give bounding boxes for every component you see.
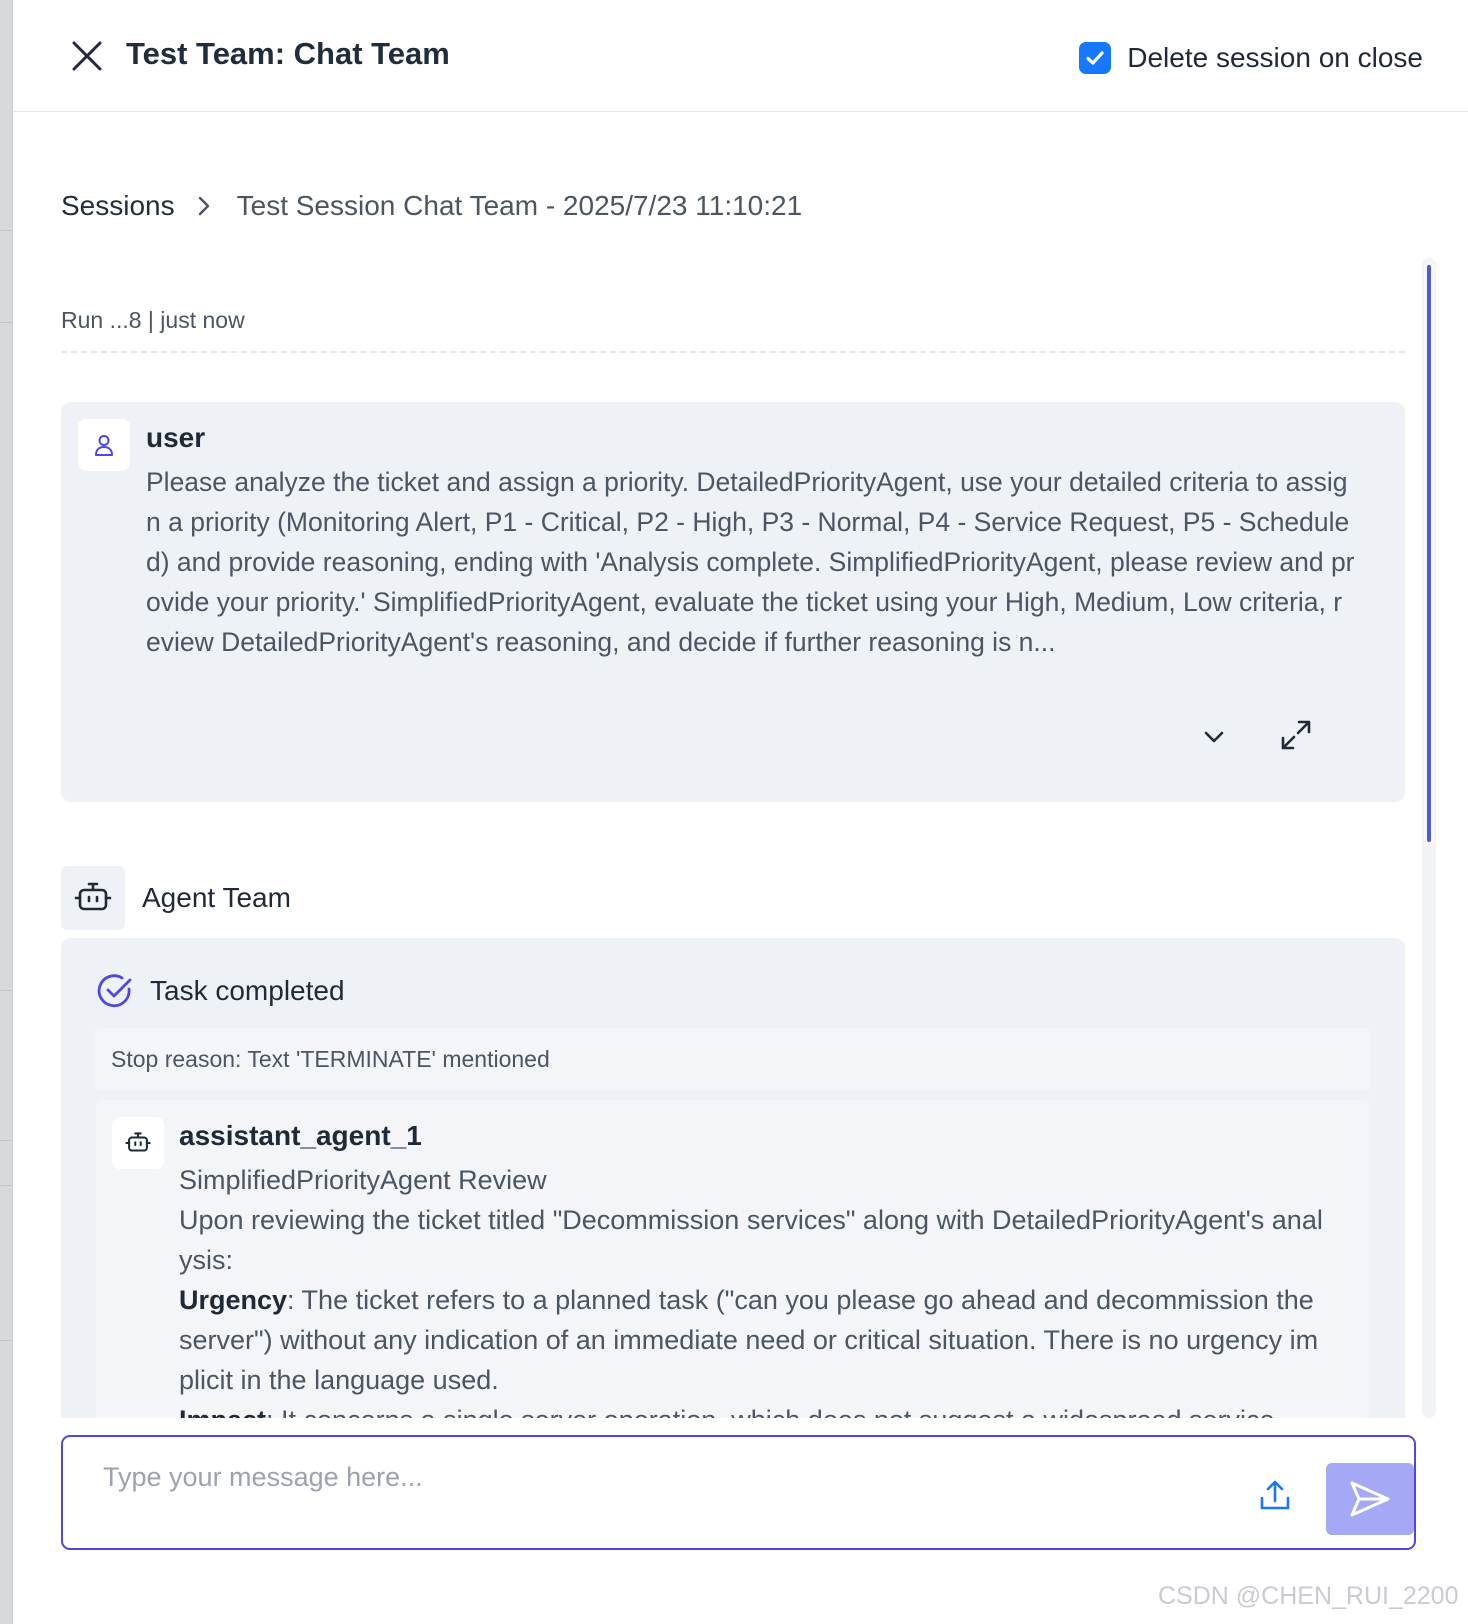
user-message-card: user Please analyze the ticket and assig… — [61, 402, 1405, 802]
agent-team-card: Task completed Stop reason: Text 'TERMIN… — [61, 938, 1405, 1418]
drawer-title: Test Team: Chat Team — [126, 36, 450, 71]
user-avatar — [78, 419, 130, 471]
watermark: CSDN @CHEN_RUI_2200 — [1158, 1582, 1459, 1610]
agent-team-header: Agent Team — [61, 866, 291, 930]
run-divider — [61, 351, 1405, 353]
task-status-label: Task completed — [150, 975, 345, 1006]
impact-label: Impact — [179, 1405, 266, 1418]
agent-team-label: Agent Team — [142, 882, 291, 913]
collapse-button[interactable] — [1194, 717, 1234, 757]
urgency-text: : The ticket refers to a planned task ("… — [179, 1285, 1319, 1395]
background-app-strip — [0, 0, 12, 1624]
agent-message-line: Upon reviewing the ticket titled "Decomm… — [179, 1205, 1323, 1275]
chat-drawer: Test Team: Chat Team Delete session on c… — [12, 0, 1468, 1624]
urgency-label: Urgency — [179, 1285, 288, 1315]
close-icon — [72, 41, 102, 71]
messages-scroll-area[interactable]: Run ...8 | just now user Please analyze … — [61, 255, 1417, 1418]
bot-icon — [125, 1132, 151, 1152]
close-button[interactable] — [65, 34, 109, 78]
agent-message-card: assistant_agent_1 SimplifiedPriorityAgen… — [96, 1100, 1370, 1418]
message-composer — [61, 1435, 1416, 1550]
bot-icon — [74, 882, 112, 911]
agent-message-line: SimplifiedPriorityAgent Review — [179, 1165, 547, 1195]
scrollbar-thumb[interactable] — [1424, 261, 1434, 846]
upload-button[interactable] — [1255, 1475, 1295, 1515]
check-circle-icon — [97, 974, 132, 1008]
agent-message-sender: assistant_agent_1 — [179, 1120, 422, 1151]
drawer-header: Test Team: Chat Team Delete session on c… — [13, 0, 1468, 112]
send-button[interactable] — [1326, 1463, 1414, 1535]
upload-icon — [1260, 1480, 1290, 1510]
user-icon — [95, 435, 113, 456]
user-message-text: Please analyze the ticket and assign a p… — [146, 467, 1355, 657]
delete-session-toggle[interactable]: Delete session on close — [1079, 40, 1423, 76]
agent-message-body: SimplifiedPriorityAgent Review Upon revi… — [179, 1160, 1329, 1418]
expand-button[interactable] — [1276, 715, 1316, 755]
delete-session-label: Delete session on close — [1127, 42, 1423, 73]
breadcrumb: Sessions Test Session Chat Team - 2025/7… — [61, 190, 802, 222]
chevron-right-icon — [197, 195, 211, 217]
agent-message-impact: Impact: It concerns a single server oper… — [179, 1400, 1329, 1418]
delete-session-checkbox[interactable] — [1079, 42, 1112, 74]
stop-reason: Stop reason: Text 'TERMINATE' mentioned — [95, 1028, 1371, 1090]
chevron-down-icon — [1204, 731, 1224, 743]
impact-text: : It concerns a single server operation,… — [266, 1405, 1275, 1418]
team-avatar — [61, 866, 125, 930]
breadcrumb-sessions-link[interactable]: Sessions — [61, 190, 175, 222]
agent-avatar — [112, 1117, 164, 1169]
expand-icon — [1281, 720, 1311, 750]
task-status: Task completed — [96, 972, 345, 1010]
run-meta: Run ...8 | just now — [61, 307, 245, 333]
check-icon — [1086, 51, 1104, 65]
agent-message-urgency: Urgency: The ticket refers to a planned … — [179, 1280, 1329, 1400]
breadcrumb-current-session: Test Session Chat Team - 2025/7/23 11:10… — [236, 190, 803, 221]
message-input[interactable] — [103, 1457, 1183, 1497]
messages-scrollbar[interactable] — [1422, 258, 1436, 1418]
user-message-sender: user — [146, 422, 206, 453]
send-icon — [1350, 1481, 1390, 1517]
